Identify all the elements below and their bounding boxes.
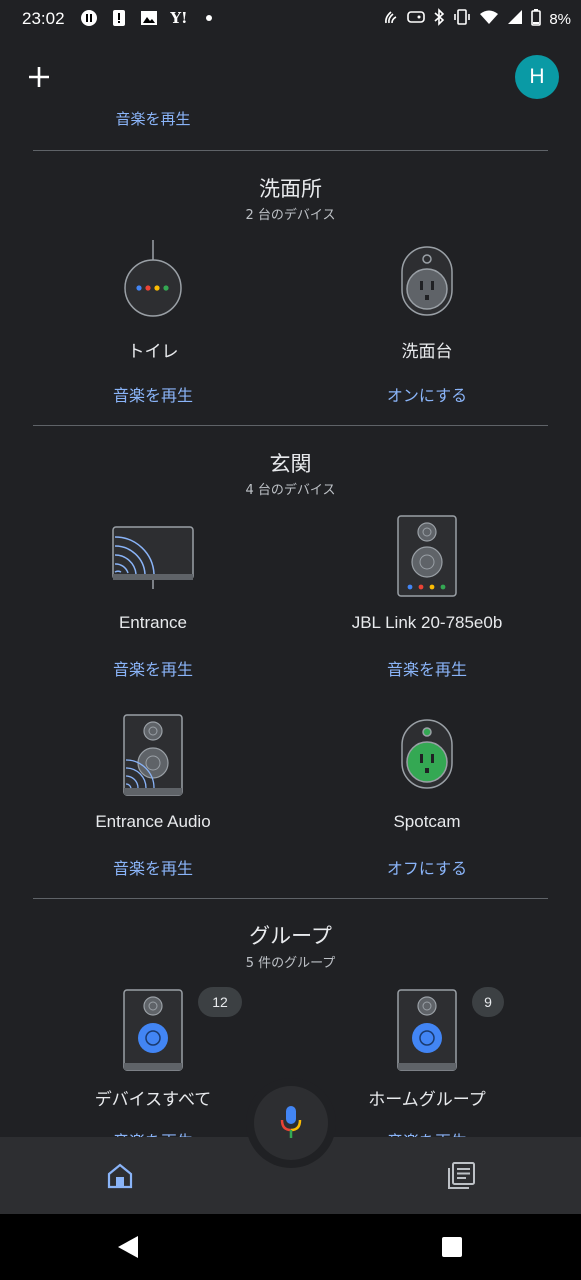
battery-icon bbox=[531, 8, 542, 30]
room-device-count: 5 件のグループ bbox=[245, 956, 336, 971]
group-count-badge: 9 bbox=[472, 987, 504, 1017]
pause-icon bbox=[80, 9, 98, 27]
yahoo-icon: Y! bbox=[170, 9, 188, 27]
divider bbox=[33, 898, 548, 899]
room-device-count: 2 台のデバイス bbox=[245, 208, 336, 223]
bluetooth-icon bbox=[433, 8, 445, 30]
overview-icon[interactable] bbox=[441, 1236, 463, 1262]
device-action-button[interactable]: 音楽を再生 bbox=[8, 382, 298, 406]
device-name[interactable]: トイレ bbox=[8, 337, 298, 362]
cast-display-icon[interactable] bbox=[112, 526, 194, 594]
device-name[interactable]: Spotcam bbox=[282, 812, 572, 832]
device-name[interactable]: Entrance bbox=[8, 613, 298, 633]
image-icon bbox=[140, 9, 158, 27]
alert-icon bbox=[110, 9, 128, 27]
device-action-button[interactable]: 音楽を再生 bbox=[8, 855, 298, 879]
room-title: 洗面所 bbox=[259, 177, 322, 201]
mic-icon bbox=[280, 1106, 302, 1138]
wifi-icon bbox=[479, 9, 499, 29]
device-action-button[interactable]: 音楽を再生 bbox=[282, 656, 572, 680]
game-icon bbox=[407, 10, 426, 28]
mic-button[interactable] bbox=[254, 1086, 328, 1160]
status-bar: 23:02 Y! 8% bbox=[0, 0, 581, 40]
nfc-icon bbox=[383, 9, 399, 29]
smart-speaker-icon[interactable] bbox=[113, 238, 193, 322]
device-name[interactable]: Entrance Audio bbox=[8, 812, 298, 832]
home-icon[interactable] bbox=[106, 1162, 134, 1194]
status-time: 23:02 bbox=[22, 9, 65, 28]
device-name[interactable]: JBL Link 20-785e0b bbox=[282, 613, 572, 633]
device-name[interactable]: 洗面台 bbox=[282, 337, 572, 362]
room-title: 玄関 bbox=[269, 452, 312, 476]
battery-percent: 8% bbox=[549, 10, 571, 28]
signal-icon bbox=[507, 9, 523, 29]
back-icon[interactable] bbox=[116, 1234, 140, 1264]
cast-speaker-icon[interactable] bbox=[123, 714, 183, 800]
vibrate-icon bbox=[453, 9, 471, 29]
speaker-group-icon[interactable] bbox=[123, 989, 183, 1075]
divider bbox=[33, 425, 548, 426]
speaker-icon[interactable] bbox=[397, 515, 457, 601]
plus-icon bbox=[29, 67, 49, 87]
device-action-button[interactable]: オンにする bbox=[282, 382, 572, 406]
partial-action-link[interactable]: 音楽を再生 bbox=[0, 108, 306, 126]
divider bbox=[33, 150, 548, 151]
dot-icon bbox=[200, 9, 218, 27]
group-count-badge: 12 bbox=[198, 987, 242, 1017]
device-action-button[interactable]: オフにする bbox=[282, 855, 572, 879]
smart-plug-on-icon[interactable] bbox=[400, 718, 454, 794]
add-button[interactable] bbox=[24, 60, 54, 94]
status-system-icons: 8% bbox=[383, 8, 571, 30]
system-navigation-bar bbox=[0, 1214, 581, 1280]
feed-icon[interactable] bbox=[446, 1161, 476, 1195]
smart-plug-icon[interactable] bbox=[400, 245, 454, 321]
status-notification-icons: Y! bbox=[80, 9, 218, 27]
speaker-group-icon[interactable] bbox=[397, 989, 457, 1075]
room-title: グループ bbox=[249, 924, 332, 948]
room-device-count: 4 台のデバイス bbox=[245, 483, 336, 498]
device-action-button[interactable]: 音楽を再生 bbox=[8, 656, 298, 680]
avatar[interactable]: H bbox=[515, 55, 559, 99]
